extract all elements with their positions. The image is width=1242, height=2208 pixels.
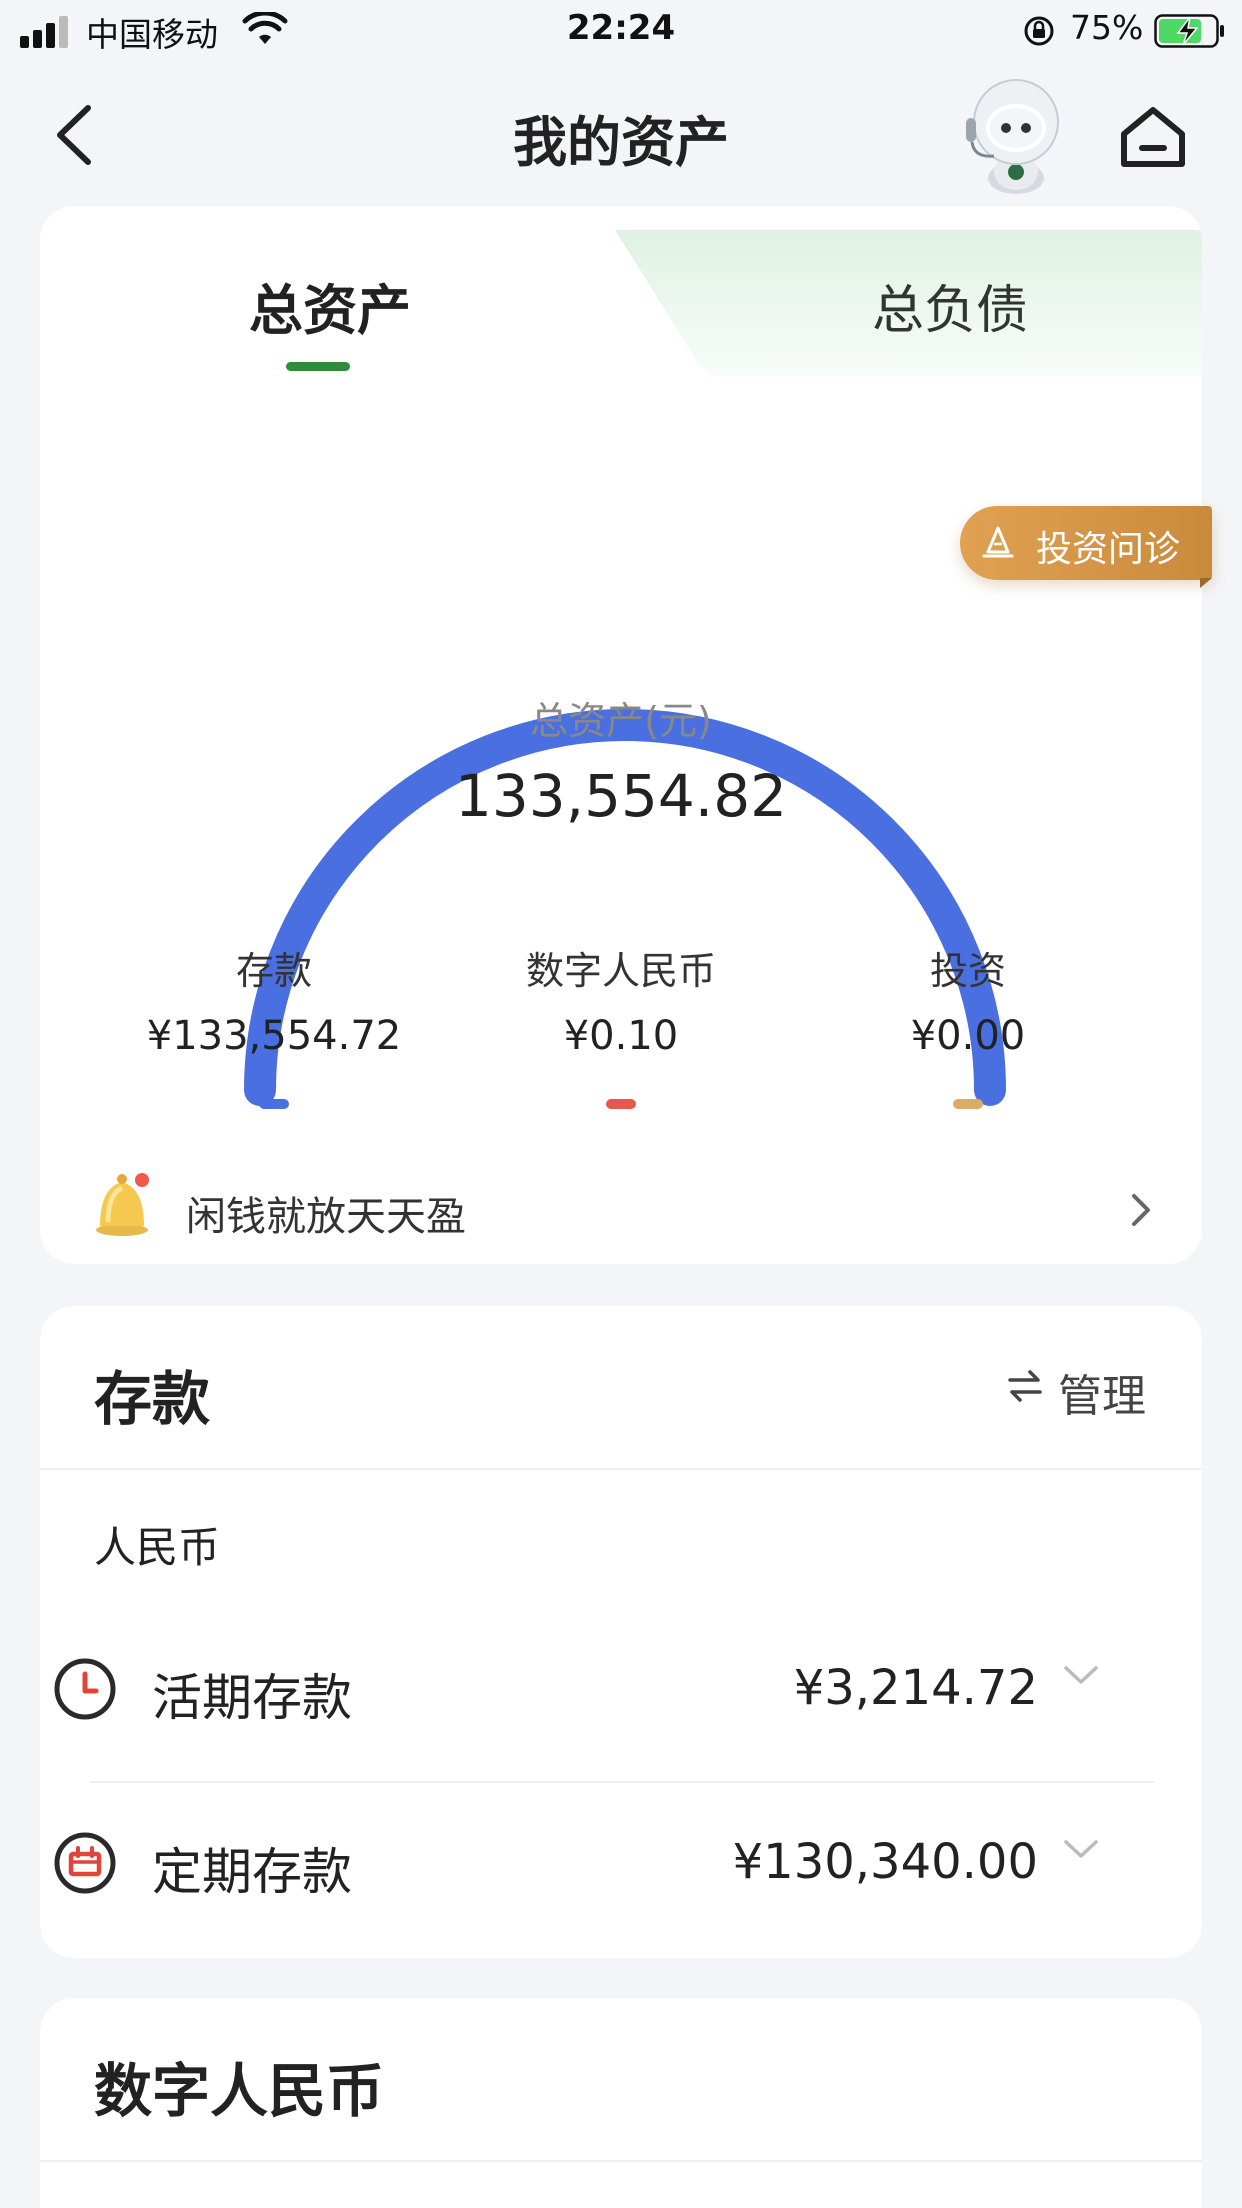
divider: [40, 1468, 1202, 1470]
currency-label: 人民币: [94, 1523, 221, 1572]
legend-dot-deposit: [259, 1099, 289, 1109]
investment-diagnosis-label: 投资问诊: [1036, 529, 1181, 570]
deposit-row-current[interactable]: 活期存款 ¥3,214.72: [0, 1634, 1162, 1744]
divider: [90, 1781, 1154, 1783]
total-assets-value: 133,554.82: [454, 762, 788, 830]
chevron-down-icon[interactable]: [1062, 1664, 1100, 1688]
chevron-right-icon: [1132, 1194, 1150, 1226]
assistant-robot-icon[interactable]: [960, 72, 1072, 194]
chevron-down-icon[interactable]: [1062, 1838, 1100, 1862]
clock-icon: [54, 1658, 116, 1720]
investment-diagnosis-button[interactable]: 投资问诊: [960, 506, 1212, 580]
deposit-row-amount: ¥130,340.00: [732, 1834, 1038, 1890]
battery-percent: 75%: [1070, 8, 1144, 47]
rotation-lock-icon: [1024, 16, 1054, 46]
battery-charging-icon: [1154, 14, 1224, 48]
breakdown-amount: ¥133,554.72: [146, 1013, 402, 1059]
breakdown-deposit[interactable]: 存款 ¥133,554.72: [114, 940, 434, 1109]
breakdown-label: 存款: [235, 949, 312, 993]
digital-rmb-section-title: 数字人民币: [94, 2057, 385, 2125]
gauge-caption: 总资产(元): [530, 699, 712, 743]
tab-total-liabilities[interactable]: 总负债: [660, 268, 1202, 343]
deposit-row-name: 活期存款: [152, 1669, 352, 1727]
home-icon[interactable]: [1118, 102, 1188, 172]
deposit-section-title: 存款: [94, 1365, 211, 1433]
breakdown-amount: ¥0.00: [910, 1013, 1026, 1059]
breakdown-label: 数字人民币: [525, 949, 716, 993]
deposit-row-amount: ¥3,214.72: [793, 1660, 1038, 1716]
deposit-row-name: 定期存款: [152, 1843, 352, 1901]
calendar-icon: [54, 1832, 116, 1894]
tip-banner[interactable]: 闲钱就放天天盈: [40, 1166, 1202, 1264]
status-bar: 中国移动 22:24 75%: [0, 0, 1242, 62]
tab-active-indicator: [286, 362, 350, 371]
breakdown-amount: ¥0.10: [563, 1013, 679, 1059]
legend-dot-digital-rmb: [606, 1099, 636, 1109]
bell-icon: [96, 1173, 149, 1236]
manage-label: 管理: [1058, 1371, 1146, 1422]
breakdown-digital-rmb[interactable]: 数字人民币 ¥0.10: [461, 940, 781, 1109]
breakdown-investment[interactable]: 投资 ¥0.00: [808, 940, 1128, 1109]
tab-total-assets[interactable]: 总资产: [40, 266, 620, 345]
tip-text: 闲钱就放天天盈: [186, 1194, 466, 1240]
sailboat-icon: [982, 526, 1014, 558]
divider: [40, 2160, 1202, 2162]
digital-rmb-card: 数字人民币: [40, 1998, 1202, 2208]
legend-dot-investment: [953, 1099, 983, 1109]
breakdown-label: 投资: [929, 949, 1006, 993]
asset-summary-card: 总资产 总负债 总资产(元) 133,554.82 存款 ¥133,554.72…: [40, 206, 1202, 1264]
swap-arrows-icon: [1008, 1370, 1042, 1402]
deposit-row-fixed[interactable]: 定期存款 ¥130,340.00: [0, 1808, 1162, 1918]
